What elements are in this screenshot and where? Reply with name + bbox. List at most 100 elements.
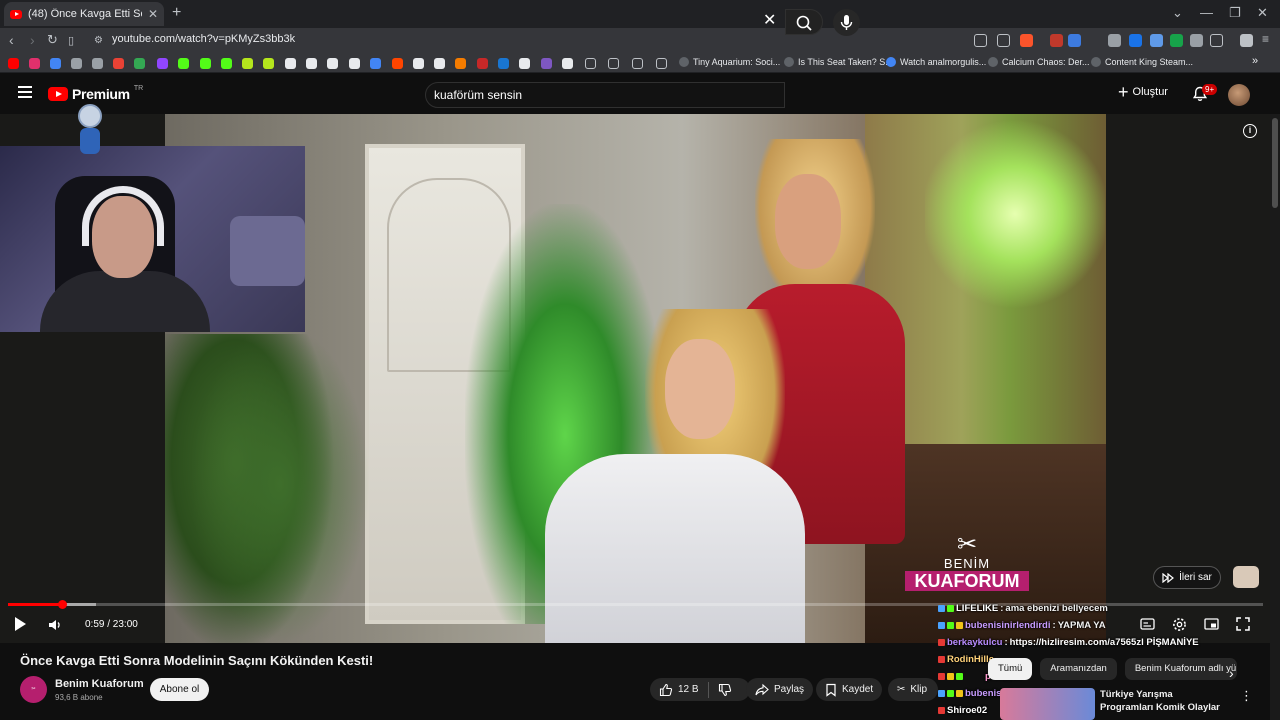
bookmark-skull-icon[interactable] [306,58,317,69]
extension-globe-icon[interactable] [1129,34,1142,47]
page-scrollbar-thumb[interactable] [1272,118,1278,208]
bookmark-gmail-icon[interactable] [113,58,124,69]
tab-search-icon[interactable]: ⌄ [1172,5,1183,21]
clear-search-icon[interactable]: ✕ [763,13,776,29]
chat-text: YAPMA YA [1057,620,1106,631]
youtube-header: Premium TR +Oluştur [0,73,1280,114]
chip-from-search[interactable]: Aramanızdan [1040,658,1117,680]
bookmark-folder2-icon[interactable] [608,58,619,69]
thumbs-up-icon[interactable] [659,683,673,697]
bookmark-translate-icon[interactable] [370,58,381,69]
bookmark-globe-icon[interactable] [71,58,82,69]
bookmark-purple-icon[interactable] [541,58,552,69]
skip-forward-button[interactable]: İleri sar [1153,566,1221,589]
bookmark-red-icon[interactable] [477,58,488,69]
site-info-icon[interactable]: ⚙ [94,35,103,46]
chip-channel[interactable]: Benim Kuaforum adlı yü [1124,658,1237,680]
subscribe-button[interactable]: Abone ol [150,678,209,701]
channel-avatar[interactable]: ✂ [20,676,47,703]
bookmark-kick2-icon[interactable] [200,58,211,69]
bookmark-item[interactable]: Is This Seat Taken? S... [784,57,893,67]
bookmark-drive-icon[interactable] [134,58,145,69]
share-button[interactable]: Paylaş [746,678,814,701]
browser-menu-icon[interactable]: ≡ [1262,32,1269,46]
bookmark-q-icon[interactable] [434,58,445,69]
bookmark-grid-icon[interactable] [327,58,338,69]
search-button[interactable] [785,9,823,35]
extension-green-icon[interactable] [1170,34,1183,47]
share-page-icon[interactable] [997,34,1010,47]
bookmark-item[interactable]: Tiny Aquarium: Soci... [679,57,780,67]
bookmark-folder-icon[interactable] [585,58,596,69]
more-bookmarks-icon[interactable]: » [1252,55,1258,67]
bookmark-k-icon[interactable] [562,58,573,69]
extension-window-icon[interactable] [1150,34,1163,47]
maximize-window-icon[interactable]: ❐ [1229,5,1241,21]
extension-red-icon[interactable] [1050,34,1063,47]
media-controls-icon[interactable] [1240,34,1253,47]
brave-shield-icon[interactable] [1020,34,1033,47]
progress-scrubber-handle[interactable] [58,600,67,609]
search-input[interactable] [434,88,734,102]
bookmark-play-icon[interactable] [498,58,509,69]
address-bar[interactable]: youtube.com/watch?v=pKMyZs3bb3k [112,33,295,45]
chip-all[interactable]: Tümü [988,658,1033,680]
bookmark-anchor-icon[interactable] [285,58,296,69]
chips-next-icon[interactable]: › [1229,665,1234,681]
browser-tab-active[interactable]: (48) Önce Kavga Etti Sonra Mode ✕ [4,2,164,26]
like-count[interactable]: 12 B [678,684,699,695]
bookmark-p-icon[interactable] [413,58,424,69]
bookmark-instagram-icon[interactable] [29,58,40,69]
bookmark-item[interactable]: Calcium Chaos: Der... [988,57,1090,67]
bookmark-globe2-icon[interactable] [92,58,103,69]
extension-blue-icon[interactable] [1068,34,1081,47]
bookmark-kick3-icon[interactable] [221,58,232,69]
bookmark-item[interactable]: Watch analmorgulis... [886,57,986,67]
new-tab-button[interactable]: + [172,4,181,22]
back-icon[interactable]: ‹ [9,32,14,48]
cast-icon[interactable] [974,34,987,47]
bookmark-item[interactable]: Content King Steam... [1091,57,1193,67]
bookmark-page-icon[interactable]: ▯ [68,34,74,47]
bookmark-green2-icon[interactable] [263,58,274,69]
tab-close-icon[interactable]: ✕ [148,7,158,21]
recommendation-title[interactable]: Türkiye Yarışma Programları Komik Olayla… [1100,688,1228,714]
menu-icon[interactable] [18,86,32,101]
minimize-window-icon[interactable]: — [1200,5,1213,20]
fullscreen-icon[interactable] [1236,617,1250,631]
bookmark-twitch-icon[interactable] [157,58,168,69]
bookmark-folder4-icon[interactable] [656,58,667,69]
forward-icon[interactable]: › [30,32,35,48]
thumbs-down-icon[interactable] [718,683,732,697]
bookmark-reddit-icon[interactable] [392,58,403,69]
bookmark-green-icon[interactable] [242,58,253,69]
create-button[interactable]: + Oluştur [1118,83,1168,101]
channel-brand-overlay: ✂ BENİM KUAFORUM [905,533,1029,603]
reload-icon[interactable]: ↻ [47,32,58,48]
sidepanel-icon[interactable] [1210,34,1223,47]
subscriber-count: 93,6 B abone [55,693,103,702]
close-window-icon[interactable]: ✕ [1257,5,1268,21]
bookmark-kick-icon[interactable] [178,58,189,69]
steam-icon [988,57,998,67]
bookmark-docs-icon[interactable] [50,58,61,69]
channel-name[interactable]: Benim Kuaforum [55,678,144,690]
recommendation-thumbnail[interactable] [1000,688,1095,720]
extensions-puzzle-icon[interactable] [1190,34,1203,47]
info-icon[interactable]: i [1243,124,1257,138]
bookmark-mal-icon[interactable] [519,58,530,69]
account-avatar[interactable] [1228,84,1250,106]
bookmark-folder3-icon[interactable] [632,58,643,69]
voice-search-button[interactable] [833,9,860,36]
youtube-logo-icon [48,87,68,101]
more-options-icon[interactable]: ⋮ [1240,688,1253,704]
play-icon[interactable] [15,617,26,631]
bookmark-youtube-icon[interactable] [8,58,19,69]
extension-gray-icon[interactable] [1108,34,1121,47]
save-button[interactable]: Kaydet [816,678,883,701]
bookmark-x-icon[interactable] [349,58,360,69]
clip-button[interactable]: ✂ Klip [888,678,938,701]
volume-icon[interactable] [48,618,62,632]
youtube-premium-logo[interactable]: Premium TR [48,85,143,102]
bookmark-orange-icon[interactable] [455,58,466,69]
